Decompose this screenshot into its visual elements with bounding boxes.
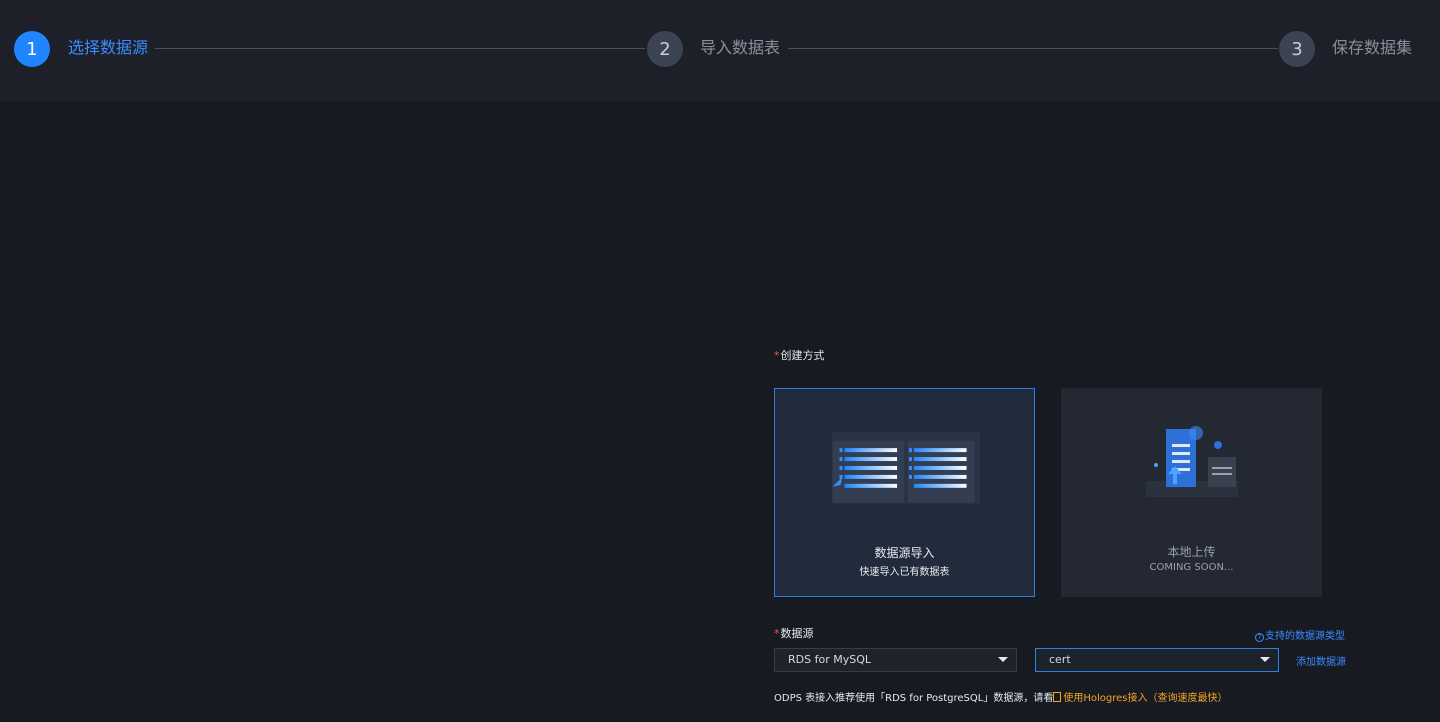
create-method-label: *创建方式 [774, 349, 825, 363]
required-mark: * [774, 627, 780, 640]
stepper: 1 选择数据源 2 导入数据表 3 保存数据集 [0, 0, 1440, 101]
help-icon: ? [1255, 633, 1264, 642]
supported-datasource-types-link[interactable]: ? 支持的数据源类型 [1255, 627, 1345, 642]
chevron-down-icon [1260, 657, 1270, 662]
hologres-link-text: 使用Hologres接入（查询速度最快） [1063, 693, 1228, 704]
step-connector-2 [788, 48, 1278, 49]
hologres-doc-link[interactable]: 使用Hologres接入（查询速度最快） [1053, 692, 1228, 704]
datasource-instance-value: cert [1049, 653, 1071, 666]
card-title: 本地上传 [1167, 545, 1216, 559]
datasource-type-select[interactable]: RDS for MySQL [774, 648, 1017, 672]
table-import-illustration [831, 432, 981, 504]
document-icon [1053, 692, 1062, 702]
upload-illustration [1146, 426, 1238, 497]
step-3-label[interactable]: 保存数据集 [1332, 38, 1412, 58]
datasource-instance-select[interactable]: cert [1035, 648, 1279, 672]
step-connector-1 [155, 48, 645, 49]
step-1-circle[interactable]: 1 [14, 31, 50, 67]
datasource-label-text: 数据源 [780, 627, 814, 640]
step-2-circle[interactable]: 2 [647, 31, 683, 67]
datasource-label: *数据源 [774, 627, 814, 641]
datasource-type-value: RDS for MySQL [788, 653, 871, 666]
chevron-down-icon [998, 657, 1008, 662]
add-datasource-link[interactable]: 添加数据源 [1296, 653, 1346, 668]
step-3-circle[interactable]: 3 [1279, 31, 1315, 67]
card-title: 数据源导入 [874, 546, 935, 560]
create-method-label-text: 创建方式 [780, 349, 825, 362]
note-text: ODPS 表接入推荐使用「RDS for PostgreSQL」数据源，请看 [774, 693, 1054, 704]
required-mark: * [774, 349, 780, 362]
card-subtitle: 快速导入已有数据表 [859, 567, 950, 578]
card-subtitle: COMING SOON... [1149, 562, 1234, 573]
local-upload-card[interactable]: 本地上传 COMING SOON... [1061, 388, 1322, 597]
odps-note: ODPS 表接入推荐使用「RDS for PostgreSQL」数据源，请看 使用… [774, 689, 1227, 704]
step-1-label[interactable]: 选择数据源 [68, 38, 148, 58]
datasource-import-card[interactable]: 数据源导入 快速导入已有数据表 [774, 388, 1035, 597]
help-link-text: 支持的数据源类型 [1265, 631, 1345, 642]
step-2-label[interactable]: 导入数据表 [700, 38, 780, 58]
